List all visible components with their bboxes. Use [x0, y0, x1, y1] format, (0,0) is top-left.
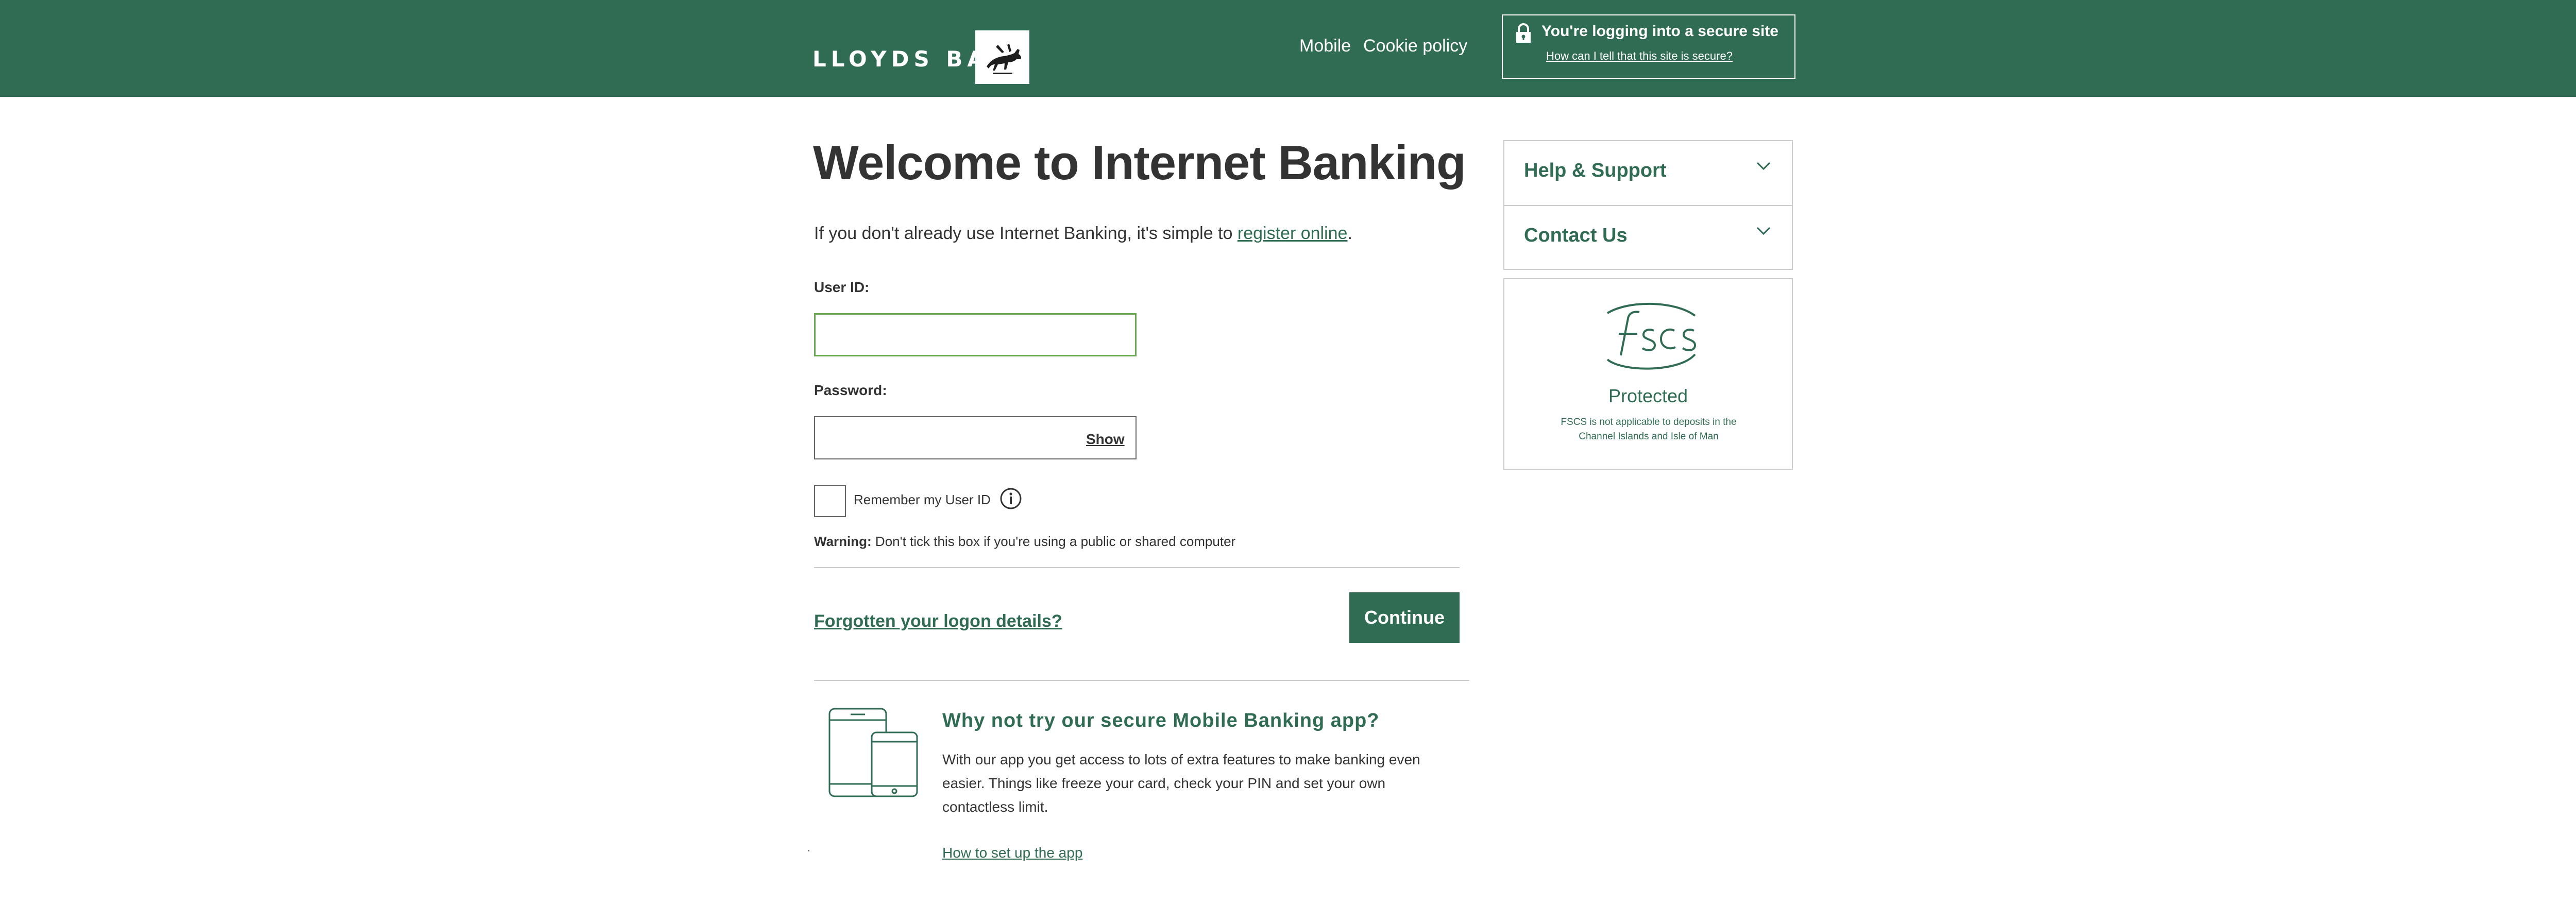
- form-divider: [814, 567, 1460, 568]
- forgotten-logon-link[interactable]: Forgotten your logon details?: [814, 611, 1062, 631]
- secure-site-info-link[interactable]: How can I tell that this site is secure?: [1546, 49, 1733, 63]
- mobile-devices-icon: [827, 707, 919, 801]
- help-accordion: Help & Support Contact Us: [1503, 140, 1793, 270]
- cookie-policy-link[interactable]: Cookie policy: [1363, 36, 1467, 56]
- password-label: Password:: [814, 382, 887, 398]
- app-promo-title: Why not try our secure Mobile Banking ap…: [942, 710, 1380, 731]
- secure-site-box: You're logging into a secure site How ca…: [1502, 14, 1795, 79]
- accordion-label: Help & Support: [1524, 160, 1667, 181]
- warning-message: Don't tick this box if you're using a pu…: [875, 534, 1236, 549]
- fscs-protected-text: Protected: [1608, 385, 1688, 406]
- stray-dot: [808, 850, 809, 851]
- app-promo-text: With our app you get access to lots of e…: [942, 751, 1420, 815]
- warning-label: Warning:: [814, 534, 872, 549]
- fscs-panel[interactable]: Protected FSCS is not applicable to depo…: [1503, 278, 1793, 470]
- app-promo-divider: [814, 680, 1469, 681]
- secure-site-title: You're logging into a secure site: [1541, 23, 1778, 40]
- chevron-down-icon: [1756, 161, 1771, 175]
- continue-button[interactable]: Continue: [1349, 592, 1460, 643]
- intro-text: If you don't already use Internet Bankin…: [814, 224, 1352, 244]
- setup-app-link[interactable]: How to set up the app: [942, 845, 1082, 861]
- fscs-logo-icon: [1592, 298, 1705, 378]
- user-id-label: User ID:: [814, 279, 870, 295]
- register-online-link[interactable]: register online: [1238, 224, 1348, 243]
- intro-prefix: If you don't already use Internet Bankin…: [814, 224, 1238, 243]
- accordion-item-contact-us[interactable]: Contact Us: [1504, 206, 1792, 270]
- remember-user-id-checkbox[interactable]: [814, 485, 846, 517]
- info-icon[interactable]: [999, 487, 1022, 512]
- fscs-note: FSCS is not applicable to deposits in th…: [1561, 417, 1737, 442]
- intro-suffix: .: [1347, 224, 1352, 243]
- show-password-button[interactable]: Show: [1086, 431, 1125, 448]
- warning-text: Warning: Don't tick this box if you're u…: [814, 534, 1235, 550]
- page-title: Welcome to Internet Banking: [813, 135, 1466, 190]
- remember-user-id-label[interactable]: Remember my User ID: [854, 492, 991, 508]
- accordion-item-help-support[interactable]: Help & Support: [1504, 141, 1792, 206]
- accordion-label: Contact Us: [1524, 225, 1628, 246]
- mobile-link[interactable]: Mobile: [1299, 36, 1351, 56]
- site-header: LLOYDS BANK Mobile Cookie policy You're …: [0, 0, 2576, 97]
- chevron-down-icon: [1756, 226, 1771, 240]
- user-id-input[interactable]: [814, 313, 1137, 356]
- lock-icon: [1514, 23, 1533, 46]
- horse-logo-icon[interactable]: [975, 30, 1029, 84]
